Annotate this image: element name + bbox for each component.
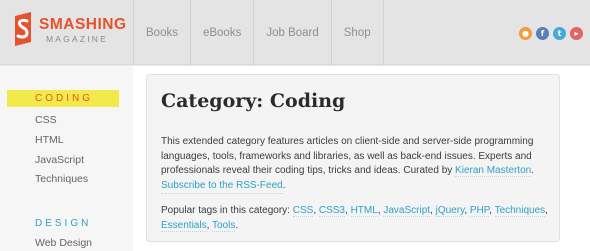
logo-wordmark: SMASHING — [39, 16, 127, 33]
tag-link[interactable]: Tools — [211, 219, 236, 232]
tag-link[interactable]: PHP — [469, 205, 490, 217]
tag-link[interactable]: CSS3 — [318, 205, 345, 217]
tag-link[interactable]: Essentials — [161, 219, 207, 232]
tag-link[interactable]: CSS — [292, 205, 314, 217]
sidebar-heading-coding[interactable]: CODING — [35, 93, 93, 104]
tag-link[interactable]: Techniques — [494, 205, 546, 217]
twitter-icon[interactable]: t — [553, 27, 566, 40]
tag-separator: , — [489, 205, 495, 216]
tag-link[interactable]: HTML — [350, 205, 378, 217]
site-header: SMASHING MAGAZINE Books eBooks Job Board… — [0, 0, 590, 65]
category-sidebar: CODING CSS HTML JavaScript Techniques DE… — [0, 66, 133, 251]
rss-period: . — [282, 179, 286, 191]
rss-subscribe-link[interactable]: Subscribe to the RSS-Feed — [161, 179, 283, 194]
social-links: ● f t ▸ — [519, 27, 583, 40]
tag-separator: , — [545, 205, 548, 216]
smashing-s-logo-icon — [15, 12, 31, 46]
category-description: This extended category features articles… — [161, 135, 551, 194]
facebook-icon[interactable]: f — [536, 27, 549, 40]
page-title: Category: Coding — [161, 90, 346, 112]
curator-link[interactable]: Kieran Masterton — [455, 165, 532, 177]
tags-intro: Popular tags in this category: — [161, 205, 293, 216]
main-content: Category: Coding This extended category … — [133, 66, 590, 251]
description-period: . — [531, 165, 534, 176]
nav-ebooks[interactable]: eBooks — [189, 0, 253, 65]
top-nav: Books eBooks Job Board Shop — [133, 0, 384, 65]
youtube-icon[interactable]: ▸ — [570, 27, 583, 40]
tag-separator: , — [430, 205, 436, 216]
tag-link[interactable]: JavaScript — [383, 205, 431, 217]
popular-tags: Popular tags in this category: CSS, CSS3… — [161, 204, 551, 233]
tag-separator: . — [235, 219, 239, 231]
nav-job-board[interactable]: Job Board — [253, 0, 330, 65]
nav-shop[interactable]: Shop — [330, 0, 384, 65]
smashing-logo[interactable]: SMASHING MAGAZINE — [8, 10, 132, 50]
sidebar-item-javascript[interactable]: JavaScript — [35, 154, 84, 166]
sidebar-item-web-design[interactable]: Web Design — [35, 237, 92, 249]
rss-icon[interactable]: ● — [519, 27, 532, 40]
nav-books[interactable]: Books — [133, 0, 190, 65]
sidebar-heading-design[interactable]: DESIGN — [35, 218, 91, 229]
tag-link[interactable]: jQuery — [435, 205, 465, 217]
sidebar-item-techniques[interactable]: Techniques — [35, 173, 88, 185]
sidebar-item-html[interactable]: HTML — [35, 134, 64, 146]
sidebar-item-css[interactable]: CSS — [35, 114, 57, 126]
logo-subtitle: MAGAZINE — [46, 34, 108, 44]
tag-separator: , — [345, 205, 351, 216]
category-intro-card: Category: Coding This extended category … — [146, 74, 560, 242]
